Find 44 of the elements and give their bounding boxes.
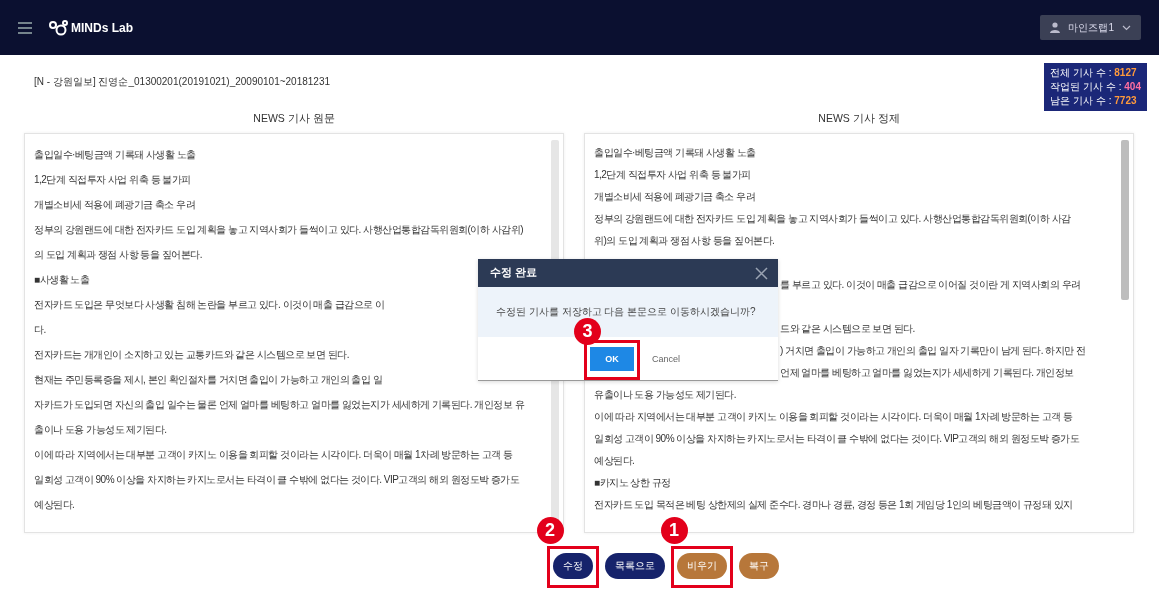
column-heading: NEWS 기사 정제 [817, 111, 901, 125]
article-line: ■카지노 상한 규정 [594, 476, 671, 490]
stat-value: 404 [1124, 81, 1141, 92]
article-line: 를 부르고 있다. 이것이 매출 급감으로 이어질 것이란 게 지역사회의 우려 [780, 278, 1081, 292]
article-line: 출입일수·베팅금액 기록돼 사생활 노출 [34, 148, 196, 162]
article-line: 예상된다. [594, 454, 635, 468]
article-line: 출이나 도용 가능성도 제기된다. [34, 423, 167, 437]
article-line: ■사생활 노출 [34, 273, 90, 287]
article-line: 드와 같은 시스템으로 보면 된다. [780, 322, 915, 336]
page-title: [N - 강원일보] 진영순_01300201(20191021)_20090101~20181231 [34, 75, 331, 89]
stat-value: 7723 [1114, 95, 1137, 106]
article-line: 유출이나 도용 가능성도 제기된다. [594, 388, 737, 402]
article-line: 출입일수·베팅금액 기록돼 사생활 노출 [594, 146, 756, 160]
article-line: 이에 따라 지역에서는 대부분 고객이 카지노 이용을 회피할 것이라는 시각이다. 더욱이 매월 1차례 방문하는 고객 등 [594, 410, 1073, 424]
article-line: 개별소비세 적용에 폐광기금 축소 우려 [34, 198, 196, 212]
article-line: 1,2단계 직접투자 사업 위축 등 불가피 [594, 168, 751, 182]
article-line: 다. [34, 323, 46, 337]
article-line: 위)의 도입 계획과 쟁점 사항 등을 짚어본다. [594, 234, 775, 248]
article-line: 이에 따라 지역에서는 대부분 고객이 카지노 이용을 회피할 것이라는 시각이다. 더욱이 매월 1차례 방문하는 고객 등 [34, 448, 513, 462]
article-line: 정부의 강원랜드에 대한 전자카드 도입 계획을 놓고 지역사회가 들썩이고 있다. 사행산업통합감독위원회(이하 사감위) [34, 223, 523, 237]
step-number: 2 [536, 517, 564, 544]
article-line: ) 거치면 출입이 가능하고 개인의 출입 일자 기록만이 남게 된다. 하지만 전 [780, 344, 1086, 358]
article-line: 일회성 고객이 90% 이상을 차지하는 카지노로서는 타격이 클 수밖에 없다는 것이다. VIP고객의 해외 원정도박 증가도 [594, 432, 1080, 446]
article-line: 정부의 강원랜드에 대한 전자카드 도입 계획을 놓고 지역사회가 들썩이고 있다. 사행산업통합감독위원회(이하 사감 [594, 212, 1071, 226]
article-line: 전자카드 도입은 무엇보다 사생활 침해 논란을 부르고 있다. 이것이 매출 급감으로 이 [34, 298, 385, 312]
article-line: 전자카드 도입 목적은 베팅 상한제의 실제 준수다. 경마나 경륜, 경정 등은 1회 게임당 1인의 베팅금액이 규정돼 있지 [594, 498, 1073, 512]
dialog-title: 수정 완료 [490, 266, 537, 280]
column-heading: NEWS 기사 원문 [252, 111, 336, 125]
step-number: 1 [660, 517, 688, 544]
dialog-message: 수정된 기사를 저장하고 다음 본문으로 이동하시겠습니까? [496, 305, 756, 319]
stat-label: 전체 기사 수 : [1050, 67, 1112, 78]
logo-text: MINDs Lab [71, 20, 133, 35]
article-line: 자카드가 도입되면 자신의 출입 일수는 물론 언제 얼마를 베팅하고 얼마를 잃었는지가 세세하게 기록된다. 개인정보 유 [34, 398, 525, 412]
stat-label: 남은 기사 수 : [1050, 95, 1112, 106]
stat-value: 8127 [1114, 67, 1137, 78]
article-line: 언제 얼마를 베팅하고 얼마를 잃었는지가 세세하게 기록된다. 개인정보 [780, 366, 1074, 380]
article-line: 1,2단계 직접투자 사업 위축 등 불가피 [34, 173, 191, 187]
article-line: 일회성 고객이 90% 이상을 차지하는 카지노로서는 타격이 클 수밖에 없다는 것이다. VIP고객의 해외 원정도박 증가도 [34, 473, 520, 487]
stat-label: 작업된 기사 수 : [1050, 81, 1122, 92]
article-line: 현재는 주민등록증을 제시, 본인 확인절차를 거치면 출입이 가능하고 개인의 출입 일 [34, 373, 383, 387]
article-line: 개별소비세 적용에 폐광기금 축소 우려 [594, 190, 756, 204]
article-line: 전자카드는 개개인이 소지하고 있는 교통카드와 같은 시스템으로 보면 된다. [34, 348, 349, 362]
article-line: 예상된다. [34, 498, 75, 512]
article-line: 의 도입 계획과 쟁점 사항 등을 짚어본다. [34, 248, 202, 262]
